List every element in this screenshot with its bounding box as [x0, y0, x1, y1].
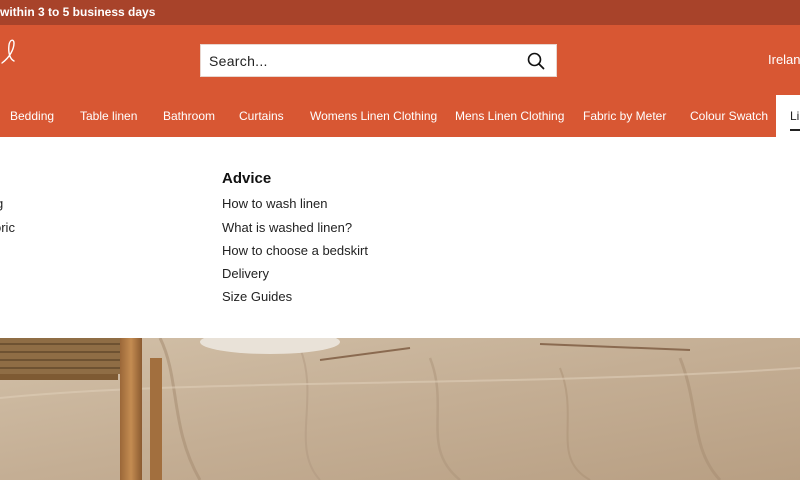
mega-menu: g oric Advice How to wash linen What is … — [0, 137, 800, 338]
nav-item-bedding[interactable]: Bedding — [10, 95, 54, 137]
menu-link-choose-bedskirt[interactable]: How to choose a bedskirt — [222, 243, 368, 258]
country-selector[interactable]: Ireland — [768, 52, 800, 67]
menu-link-washed-linen[interactable]: What is washed linen? — [222, 220, 352, 235]
announcement-text: within 3 to 5 business days — [0, 5, 156, 19]
nav-item-linen-guide-active[interactable]: Li — [776, 95, 800, 137]
nav-item-active-label: Li — [790, 109, 800, 123]
search-input[interactable] — [201, 45, 516, 76]
search-bar — [200, 44, 557, 77]
nav-item-mens-linen-clothing[interactable]: Mens Linen Clothing — [455, 95, 564, 137]
menu-link-delivery[interactable]: Delivery — [222, 266, 269, 281]
menu-link-left-2[interactable]: oric — [0, 220, 15, 235]
nav-item-curtains[interactable]: Curtains — [239, 95, 284, 137]
menu-link-left-1[interactable]: g — [0, 196, 3, 211]
nav-item-colour-swatch[interactable]: Colour Swatch — [690, 95, 768, 137]
brand-logo-icon[interactable] — [0, 35, 32, 75]
site-header: Ireland — [0, 25, 800, 95]
main-nav: Bedding Table linen Bathroom Curtains Wo… — [0, 95, 800, 137]
hero-table-scene-illustration — [0, 338, 800, 480]
search-button[interactable] — [516, 45, 556, 76]
hero-image — [0, 338, 800, 480]
active-underline — [790, 129, 800, 131]
nav-item-womens-linen-clothing[interactable]: Womens Linen Clothing — [310, 95, 437, 137]
search-icon — [527, 52, 545, 69]
nav-item-bathroom[interactable]: Bathroom — [163, 95, 215, 137]
nav-item-table-linen[interactable]: Table linen — [80, 95, 137, 137]
announcement-bar: within 3 to 5 business days — [0, 0, 800, 25]
menu-link-size-guides[interactable]: Size Guides — [222, 289, 292, 304]
nav-item-fabric-by-meter[interactable]: Fabric by Meter — [583, 95, 666, 137]
advice-heading: Advice — [222, 170, 272, 187]
menu-link-wash-linen[interactable]: How to wash linen — [222, 196, 328, 211]
